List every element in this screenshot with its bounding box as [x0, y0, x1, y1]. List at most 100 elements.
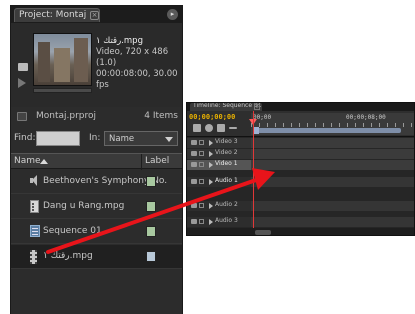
- project-tab-bar: Project: Montaj × ▸: [11, 6, 182, 23]
- list-item-label: رقتك ١.mpg: [43, 251, 93, 261]
- tab-project[interactable]: Project: Montaj ×: [14, 8, 100, 22]
- panel-menu-icon[interactable]: ▸: [167, 9, 178, 20]
- play-icon[interactable]: [18, 78, 26, 88]
- in-label: In:: [89, 133, 101, 143]
- clip-thumbnail: [33, 33, 92, 86]
- sequence-icon: [30, 225, 40, 237]
- timeline-tab-bar: Timeline: Sequence 01 ×: [187, 103, 414, 111]
- lock-icon[interactable]: [199, 140, 204, 145]
- timeline-tab-label: Timeline: Sequence 01: [193, 102, 262, 109]
- in-select-value: Name: [109, 134, 135, 144]
- close-icon[interactable]: ×: [254, 104, 260, 110]
- label-color-swatch: [146, 176, 156, 187]
- track-name: Video 3: [215, 138, 238, 145]
- items-count: 4 Items: [144, 111, 178, 121]
- track-name: Video 2: [215, 149, 238, 156]
- timeline-scrollbar[interactable]: [187, 228, 414, 235]
- work-area-bar[interactable]: [253, 128, 401, 133]
- find-input[interactable]: [36, 131, 80, 146]
- scrollbar-thumb[interactable]: [255, 230, 271, 235]
- speaker-icon[interactable]: [191, 179, 197, 184]
- in-select[interactable]: Name: [104, 131, 178, 146]
- track-area[interactable]: [251, 177, 414, 187]
- lock-icon[interactable]: [199, 203, 204, 208]
- list-item[interactable]: رقتك ١.mpg: [11, 245, 182, 269]
- eye-icon[interactable]: [191, 140, 197, 145]
- lock-icon[interactable]: [199, 162, 204, 167]
- track-audio-2: Audio 2: [187, 201, 414, 211]
- track-video-2: Video 2: [187, 149, 414, 159]
- list-item[interactable]: Beethoven's Symphony No.: [11, 170, 182, 194]
- list-item[interactable]: Sequence 01: [11, 220, 182, 244]
- track-header: Audio 3: [187, 217, 251, 227]
- list-item-label: Sequence 01: [43, 226, 102, 236]
- timeline-tools: [193, 124, 253, 134]
- track-area[interactable]: [251, 217, 414, 227]
- time-ruler[interactable]: 00;00 00;00;08;00: [251, 113, 414, 135]
- track-audio-3: Audio 3: [187, 217, 414, 227]
- close-icon[interactable]: ×: [90, 11, 99, 20]
- marker-icon[interactable]: [205, 124, 213, 132]
- track-name: Audio 3: [215, 217, 238, 224]
- track-header: Audio 2: [187, 201, 251, 211]
- expand-icon[interactable]: [209, 179, 213, 185]
- sort-ascending-icon[interactable]: [40, 159, 48, 164]
- lock-icon[interactable]: [199, 151, 204, 156]
- list-header: Name Label: [11, 153, 182, 170]
- find-label: Find:: [14, 133, 36, 143]
- bin-icon: [17, 112, 27, 121]
- track-name: Video 1: [215, 160, 238, 167]
- track-name: Audio 2: [215, 201, 238, 208]
- label-color-swatch: [146, 201, 156, 212]
- timecode-display[interactable]: 00;00;00;00: [189, 113, 235, 121]
- eye-icon[interactable]: [191, 151, 197, 156]
- zoom-icon[interactable]: [229, 127, 237, 129]
- poster-frame-icon[interactable]: [18, 63, 28, 71]
- column-header-label[interactable]: Label: [145, 156, 169, 166]
- track-area[interactable]: [251, 138, 414, 148]
- clip-name: رقتك ١.mpg: [96, 36, 143, 46]
- clip-info: رقتك ١.mpg Video, 720 x 486 (1.0) 00:00:…: [96, 36, 182, 91]
- lock-icon[interactable]: [199, 219, 204, 224]
- expand-icon[interactable]: [209, 203, 213, 209]
- tab-timeline[interactable]: Timeline: Sequence 01 ×: [190, 103, 262, 111]
- track-video-1: Video 1: [187, 160, 414, 170]
- expand-icon[interactable]: [209, 219, 213, 225]
- list-empty-area: [11, 272, 182, 314]
- expand-icon[interactable]: [209, 162, 213, 168]
- column-header-name[interactable]: Name: [14, 156, 41, 166]
- speaker-icon[interactable]: [191, 203, 197, 208]
- lock-icon[interactable]: [199, 179, 204, 184]
- film-icon: [30, 250, 37, 264]
- track-video-3: Video 3: [187, 138, 414, 148]
- label-color-swatch: [146, 226, 156, 237]
- project-panel: Project: Montaj × ▸ رقتك ١.mpg Video, 72…: [10, 5, 183, 314]
- expand-icon[interactable]: [209, 151, 213, 157]
- thumbnail-scrubber[interactable]: [33, 88, 92, 93]
- track-audio-1: Audio 1: [187, 177, 414, 187]
- project-file-row: Montaj.prproj 4 Items: [11, 109, 182, 125]
- audio-icon: [30, 175, 39, 186]
- track-header: Video 3: [187, 138, 251, 148]
- track-header: Video 2: [187, 149, 251, 159]
- track-header: Audio 1: [187, 177, 251, 187]
- track-area[interactable]: [251, 201, 414, 211]
- track-area[interactable]: [251, 149, 414, 159]
- speaker-icon[interactable]: [191, 219, 197, 224]
- eye-icon[interactable]: [191, 162, 197, 167]
- list-item-label: Dang u Rang.mpg: [43, 201, 125, 211]
- project-tab-label: Project: Montaj: [19, 10, 87, 20]
- ruler-end-time: 00;00;08;00: [346, 114, 386, 121]
- timeline-header: 00;00;00;00 00;00 00;00;08;00: [187, 111, 414, 137]
- chevron-down-icon: [165, 137, 173, 142]
- track-header: Video 1: [187, 160, 251, 170]
- list-item[interactable]: Dang u Rang.mpg: [11, 195, 182, 219]
- playhead-line[interactable]: [253, 111, 254, 235]
- keyframe-icon[interactable]: [217, 124, 225, 132]
- column-divider[interactable]: [141, 154, 142, 170]
- clip-duration-info: 00:00:08:00, 30.00 fps: [96, 69, 178, 90]
- clip-preview-area: رقتك ١.mpg Video, 720 x 486 (1.0) 00:00:…: [11, 23, 182, 107]
- track-area[interactable]: [251, 160, 414, 170]
- expand-icon[interactable]: [209, 140, 213, 146]
- snap-icon[interactable]: [193, 124, 201, 132]
